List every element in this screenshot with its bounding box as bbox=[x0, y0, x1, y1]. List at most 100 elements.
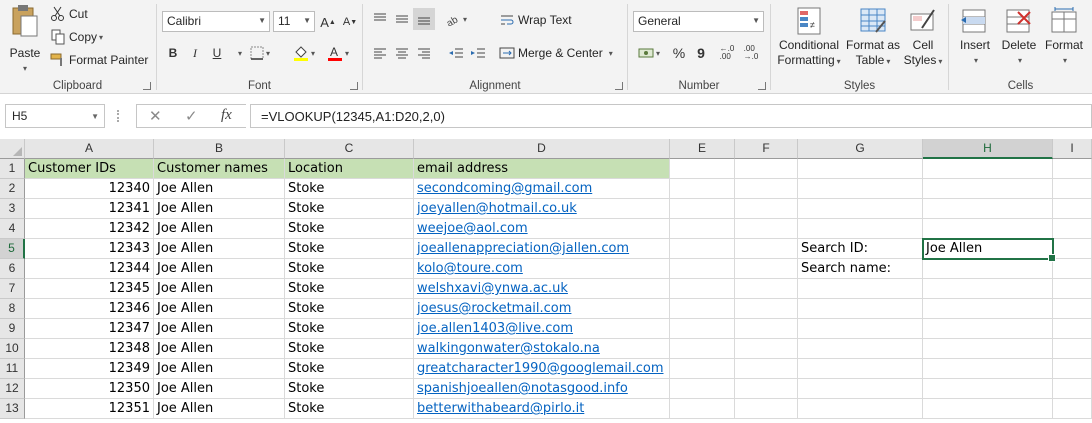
cell-c6[interactable]: Stoke bbox=[285, 259, 414, 279]
insert-button[interactable]: Insert ▾ bbox=[953, 6, 997, 68]
column-header-h[interactable]: H bbox=[923, 139, 1053, 159]
row-header[interactable]: 1 bbox=[0, 159, 25, 179]
row-header[interactable]: 3 bbox=[0, 199, 25, 219]
currency-button[interactable]: ▾ bbox=[633, 42, 665, 64]
cell-f12[interactable] bbox=[735, 379, 798, 399]
column-header-c[interactable]: C bbox=[285, 139, 414, 159]
increase-indent-icon[interactable] bbox=[467, 42, 489, 64]
bold-button[interactable]: B bbox=[162, 42, 184, 64]
formula-bar-splitter[interactable] bbox=[117, 110, 120, 122]
email-link-cell[interactable]: joe.allen1403@live.com bbox=[414, 319, 670, 339]
row-header[interactable]: 6 bbox=[0, 259, 25, 279]
cell-f1[interactable] bbox=[735, 159, 798, 179]
cell-e3[interactable] bbox=[670, 199, 735, 219]
column-title-cell[interactable]: Customer IDs bbox=[25, 159, 154, 179]
cell-e10[interactable] bbox=[670, 339, 735, 359]
cell-g1[interactable] bbox=[798, 159, 923, 179]
cell-h13[interactable] bbox=[923, 399, 1053, 419]
cell-c12[interactable]: Stoke bbox=[285, 379, 414, 399]
cell-b13[interactable]: Joe Allen bbox=[154, 399, 285, 419]
cell-c7[interactable]: Stoke bbox=[285, 279, 414, 299]
copy-dropdown-icon[interactable]: ▾ bbox=[99, 33, 103, 42]
decrease-decimal-icon[interactable]: .00 →.0 bbox=[740, 42, 762, 64]
search-name-label[interactable]: Search name: bbox=[798, 259, 923, 279]
cell-f10[interactable] bbox=[735, 339, 798, 359]
cell-i6[interactable] bbox=[1053, 259, 1092, 279]
cell-h8[interactable] bbox=[923, 299, 1053, 319]
font-launcher-icon[interactable] bbox=[350, 82, 358, 90]
row-header[interactable]: 8 bbox=[0, 299, 25, 319]
cell-i5[interactable] bbox=[1053, 239, 1092, 259]
enter-checkmark-icon[interactable]: ✓ bbox=[185, 107, 198, 125]
cell-f9[interactable] bbox=[735, 319, 798, 339]
cell-b8[interactable]: Joe Allen bbox=[154, 299, 285, 319]
align-right-icon[interactable] bbox=[413, 42, 435, 64]
cell-g2[interactable] bbox=[798, 179, 923, 199]
cell-e6[interactable] bbox=[670, 259, 735, 279]
chevron-down-icon[interactable]: ▼ bbox=[91, 112, 99, 121]
cell-i9[interactable] bbox=[1053, 319, 1092, 339]
cell-e5[interactable] bbox=[670, 239, 735, 259]
cell-b6[interactable]: Joe Allen bbox=[154, 259, 285, 279]
underline-dropdown-icon[interactable]: ▾ bbox=[228, 42, 250, 64]
orientation-icon[interactable]: ab ▾ bbox=[445, 8, 467, 30]
wrap-text-button[interactable]: Wrap Text bbox=[499, 12, 572, 28]
cell-h7[interactable] bbox=[923, 279, 1053, 299]
email-link-cell[interactable]: weejoe@aol.com bbox=[414, 219, 670, 239]
cell-i12[interactable] bbox=[1053, 379, 1092, 399]
chevron-down-icon[interactable]: ▾ bbox=[609, 49, 613, 58]
cell-e7[interactable] bbox=[670, 279, 735, 299]
row-header[interactable]: 13 bbox=[0, 399, 25, 419]
column-header-b[interactable]: B bbox=[154, 139, 285, 159]
decrease-indent-icon[interactable] bbox=[445, 42, 467, 64]
cell-e11[interactable] bbox=[670, 359, 735, 379]
cell-a3[interactable]: 12341 bbox=[25, 199, 154, 219]
email-link-cell[interactable]: spanishjoeallen@notasgood.info bbox=[414, 379, 670, 399]
email-link-cell[interactable]: walkingonwater@stokalo.na bbox=[414, 339, 670, 359]
align-middle-icon[interactable] bbox=[391, 8, 413, 30]
cell-e8[interactable] bbox=[670, 299, 735, 319]
align-left-icon[interactable] bbox=[369, 42, 391, 64]
cell-a5[interactable]: 12343 bbox=[25, 239, 154, 259]
borders-button[interactable]: ▾ bbox=[249, 42, 271, 64]
cell-e9[interactable] bbox=[670, 319, 735, 339]
cell-a12[interactable]: 12350 bbox=[25, 379, 154, 399]
underline-button[interactable]: U bbox=[206, 42, 228, 64]
align-center-icon[interactable] bbox=[391, 42, 413, 64]
cancel-icon[interactable]: ✕ bbox=[149, 107, 162, 125]
cell-c13[interactable]: Stoke bbox=[285, 399, 414, 419]
cell-h6[interactable] bbox=[923, 259, 1053, 279]
cell-a4[interactable]: 12342 bbox=[25, 219, 154, 239]
cell-a6[interactable]: 12344 bbox=[25, 259, 154, 279]
email-link-cell[interactable]: kolo@toure.com bbox=[414, 259, 670, 279]
cell-i7[interactable] bbox=[1053, 279, 1092, 299]
cell-h3[interactable] bbox=[923, 199, 1053, 219]
cell-b3[interactable]: Joe Allen bbox=[154, 199, 285, 219]
cell-e2[interactable] bbox=[670, 179, 735, 199]
email-link-cell[interactable]: joeallenappreciation@jallen.com bbox=[414, 239, 670, 259]
row-header[interactable]: 12 bbox=[0, 379, 25, 399]
cell-e13[interactable] bbox=[670, 399, 735, 419]
cell-g8[interactable] bbox=[798, 299, 923, 319]
cell-g11[interactable] bbox=[798, 359, 923, 379]
format-as-table-button[interactable]: Format as Table ▾ bbox=[845, 6, 901, 69]
select-all-button[interactable] bbox=[0, 139, 25, 159]
cell-f13[interactable] bbox=[735, 399, 798, 419]
font-color-button[interactable]: A ▾ bbox=[327, 42, 349, 64]
cell-i8[interactable] bbox=[1053, 299, 1092, 319]
alignment-launcher-icon[interactable] bbox=[615, 82, 623, 90]
format-painter-button[interactable]: Format Painter bbox=[50, 52, 148, 68]
number-launcher-icon[interactable] bbox=[758, 82, 766, 90]
row-header[interactable]: 11 bbox=[0, 359, 25, 379]
cell-a7[interactable]: 12345 bbox=[25, 279, 154, 299]
column-header-i[interactable]: I bbox=[1053, 139, 1092, 159]
decrease-font-icon[interactable]: A ▼ bbox=[339, 11, 361, 33]
row-header[interactable]: 2 bbox=[0, 179, 25, 199]
formula-input[interactable]: =VLOOKUP(12345,A1:D20,2,0) bbox=[250, 104, 1092, 128]
cell-b10[interactable]: Joe Allen bbox=[154, 339, 285, 359]
cell-a10[interactable]: 12348 bbox=[25, 339, 154, 359]
italic-button[interactable]: I bbox=[184, 42, 206, 64]
cell-b9[interactable]: Joe Allen bbox=[154, 319, 285, 339]
cell-styles-button[interactable]: Cell Styles ▾ bbox=[901, 6, 945, 69]
insert-function-icon[interactable]: fx bbox=[221, 107, 232, 124]
